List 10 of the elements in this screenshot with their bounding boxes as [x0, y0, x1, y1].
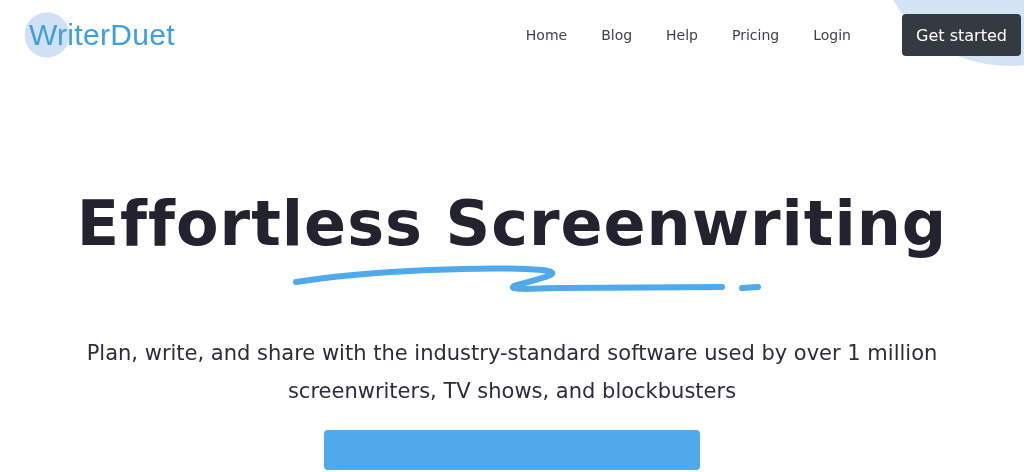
nav-link[interactable]: Blog: [601, 27, 633, 43]
hero-title: Effortless Screenwriting: [76, 186, 948, 262]
nav-link[interactable]: Home: [525, 27, 568, 43]
underline-squiggle-icon: [292, 264, 762, 294]
nav-link[interactable]: Help: [666, 27, 698, 43]
cta-button[interactable]: [324, 430, 700, 470]
nav-link[interactable]: Pricing: [732, 27, 780, 43]
nav-link[interactable]: Login: [813, 27, 851, 43]
hero-subtitle: Plan, write, and share with the industry-standard software used by over 1 million screenwriters, TV shows, and blockbusters: [85, 340, 939, 405]
get-started-button[interactable]: Get started: [902, 14, 1021, 56]
